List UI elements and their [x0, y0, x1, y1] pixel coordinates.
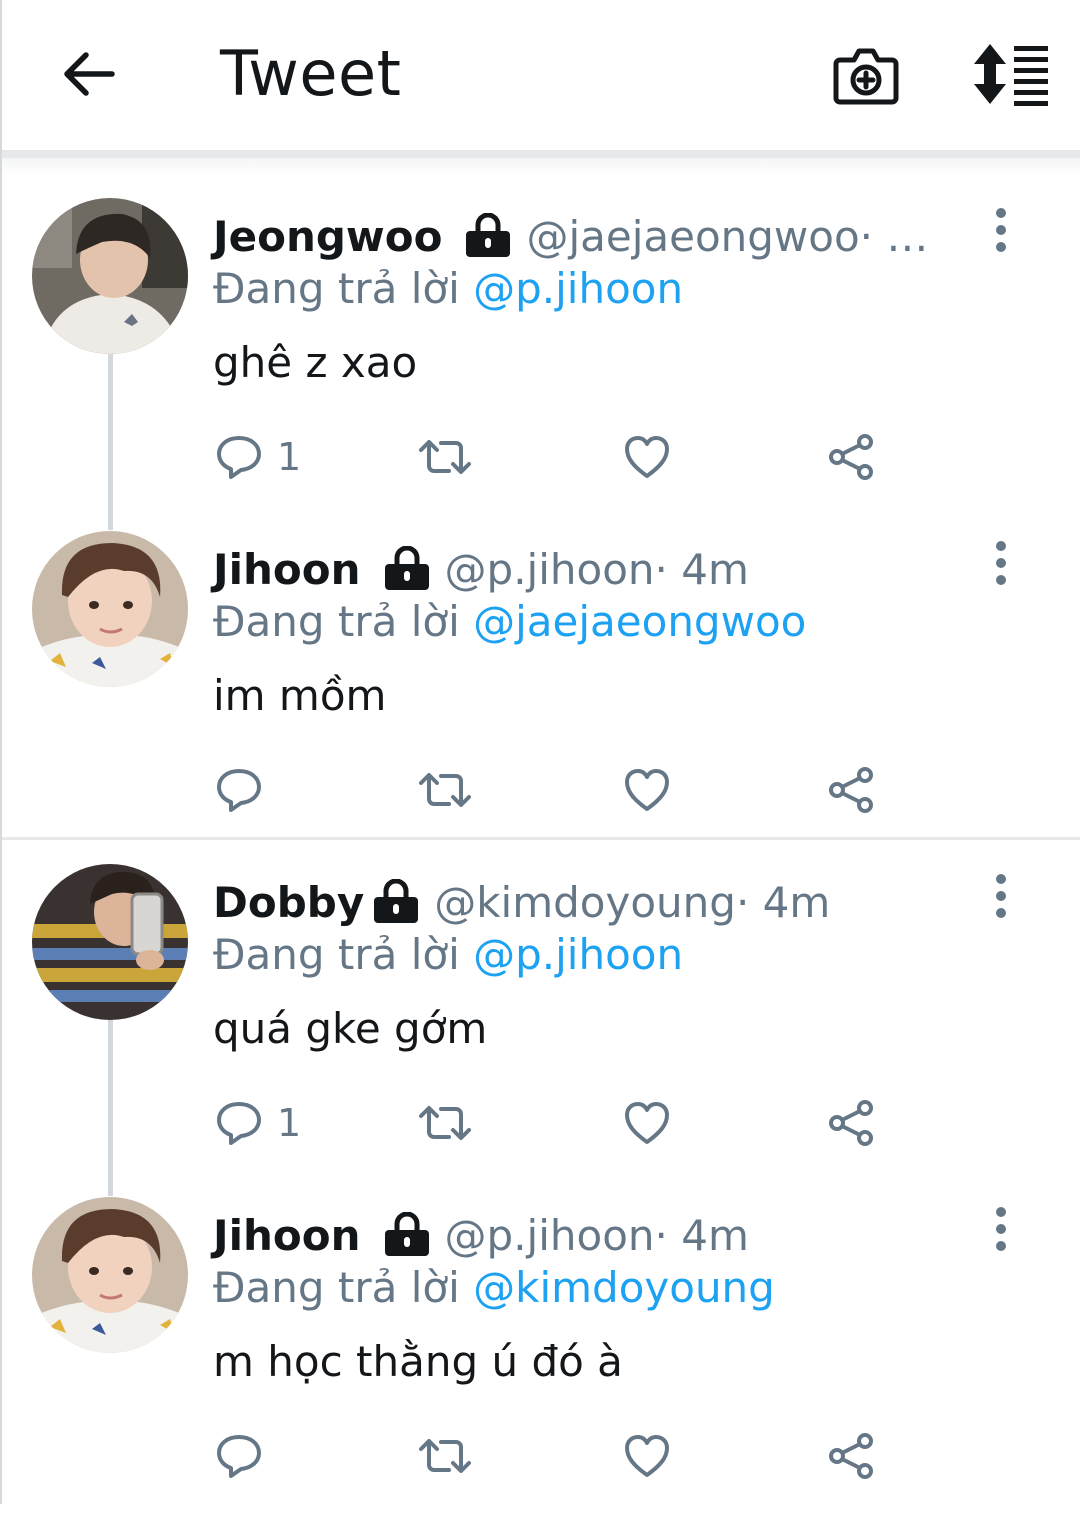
share-icon — [829, 1100, 873, 1146]
reply-icon — [217, 1102, 261, 1145]
reply-button[interactable] — [215, 765, 277, 815]
lock-icon — [464, 212, 512, 259]
share-button[interactable] — [827, 765, 875, 815]
tweet-header: Dobby @kimdoyoung · 4m — [213, 872, 830, 932]
reply-mention-link[interactable]: @jaejaeongwoo — [473, 597, 806, 646]
timestamp: · 4m — [735, 877, 831, 927]
tweet-actions: 1 — [213, 1098, 893, 1148]
camera-button[interactable] — [832, 40, 900, 108]
share-icon — [829, 767, 873, 813]
reply-icon — [217, 1435, 261, 1478]
avatar[interactable] — [32, 531, 188, 687]
page-title: Tweet — [220, 37, 402, 110]
replying-to: Đang trả lời @p.jihoon — [213, 930, 683, 979]
reply-icon — [217, 436, 261, 479]
user-handle[interactable]: @jaejaeongwoo — [526, 212, 859, 261]
like-button[interactable] — [623, 765, 671, 815]
topbar-divider — [2, 150, 1080, 176]
share-button[interactable] — [827, 1431, 875, 1481]
share-button[interactable] — [827, 1098, 875, 1148]
more-options-button[interactable] — [986, 1207, 1016, 1251]
more-options-button[interactable] — [986, 541, 1016, 585]
display-name[interactable]: Jihoon — [213, 1211, 361, 1260]
user-handle[interactable]: @p.jihoon — [445, 545, 655, 594]
lock-icon — [383, 545, 431, 592]
retweet-button[interactable] — [417, 765, 473, 815]
user-handle[interactable]: @p.jihoon — [445, 1211, 655, 1260]
sort-button[interactable] — [970, 40, 1054, 108]
reply-button[interactable]: 1 — [215, 432, 301, 482]
lock-icon — [372, 878, 420, 925]
timestamp: · … — [859, 211, 929, 261]
heart-icon — [625, 1435, 669, 1477]
reply-mention-link[interactable]: @kimdoyoung — [473, 1263, 775, 1312]
heart-icon — [625, 769, 669, 811]
tweet-header: Jihoon @p.jihoon · 4m — [213, 539, 749, 599]
timestamp: · 4m — [654, 1210, 749, 1260]
replying-to-label: Đang trả lời — [213, 1263, 474, 1312]
replying-to-label: Đang trả lời — [213, 264, 474, 313]
reply-button[interactable] — [215, 1431, 277, 1481]
tweet-text: quá gke gớm — [213, 1004, 488, 1053]
more-options-button[interactable] — [986, 208, 1016, 252]
camera-add-icon — [833, 48, 899, 105]
display-name[interactable]: Jeongwoo — [213, 212, 442, 261]
replying-to: Đang trả lời @jaejaeongwoo — [213, 597, 806, 646]
retweet-icon — [419, 773, 471, 807]
like-button[interactable] — [623, 1098, 671, 1148]
tweet[interactable]: Jeongwoo @jaejaeongwoo · … Đang trả lời … — [2, 198, 1080, 531]
heart-icon — [625, 436, 669, 478]
tweet[interactable]: Jihoon @p.jihoon · 4m Đang trả lời @kimd… — [2, 1197, 1080, 1530]
timestamp: · 4m — [654, 544, 749, 594]
display-name[interactable]: Dobby — [213, 878, 364, 927]
retweet-icon — [419, 440, 471, 474]
retweet-icon — [419, 1439, 471, 1473]
sort-icon — [974, 44, 1048, 106]
lock-icon — [383, 1211, 431, 1258]
tweet-header: Jihoon @p.jihoon · 4m — [213, 1205, 749, 1265]
retweet-button[interactable] — [417, 1098, 473, 1148]
reply-count: 1 — [277, 1101, 302, 1145]
reply-mention-link[interactable]: @p.jihoon — [473, 264, 683, 313]
tweet-actions — [213, 765, 893, 815]
avatar[interactable] — [32, 198, 188, 354]
tweet-text: m học thằng ú đó à — [213, 1337, 623, 1386]
replying-to: Đang trả lời @kimdoyoung — [213, 1263, 775, 1312]
heart-icon — [625, 1102, 669, 1144]
share-icon — [829, 434, 873, 480]
tweet-text: im mồm — [213, 671, 387, 720]
like-button[interactable] — [623, 1431, 671, 1481]
arrow-left-icon — [64, 52, 115, 96]
reply-count: 1 — [277, 435, 302, 479]
avatar[interactable] — [32, 1197, 188, 1353]
display-name[interactable]: Jihoon — [213, 545, 361, 594]
like-button[interactable] — [623, 432, 671, 482]
top-app-bar: Tweet — [2, 0, 1080, 150]
avatar[interactable] — [32, 864, 188, 1020]
replying-to-label: Đang trả lời — [213, 930, 474, 979]
replying-to: Đang trả lời @p.jihoon — [213, 264, 683, 313]
tweet-actions — [213, 1431, 893, 1481]
retweet-button[interactable] — [417, 432, 473, 482]
tweet-header: Jeongwoo @jaejaeongwoo · … — [213, 206, 928, 266]
share-icon — [829, 1433, 873, 1479]
reply-mention-link[interactable]: @p.jihoon — [473, 930, 683, 979]
user-handle[interactable]: @kimdoyoung — [434, 878, 736, 927]
replying-to-label: Đang trả lời — [213, 597, 474, 646]
reply-button[interactable]: 1 — [215, 1098, 301, 1148]
tweet-actions: 1 — [213, 432, 893, 482]
tweet[interactable]: Dobby @kimdoyoung · 4m Đang trả lời @p.j… — [2, 864, 1080, 1197]
share-button[interactable] — [827, 432, 875, 482]
reply-icon — [217, 769, 261, 812]
tweet-text: ghê z xao — [213, 338, 418, 387]
tweet[interactable]: Jihoon @p.jihoon · 4m Đang trả lời @jaej… — [2, 531, 1080, 864]
more-options-button[interactable] — [986, 874, 1016, 918]
retweet-button[interactable] — [417, 1431, 473, 1481]
retweet-icon — [419, 1106, 471, 1140]
back-button[interactable] — [56, 42, 120, 106]
